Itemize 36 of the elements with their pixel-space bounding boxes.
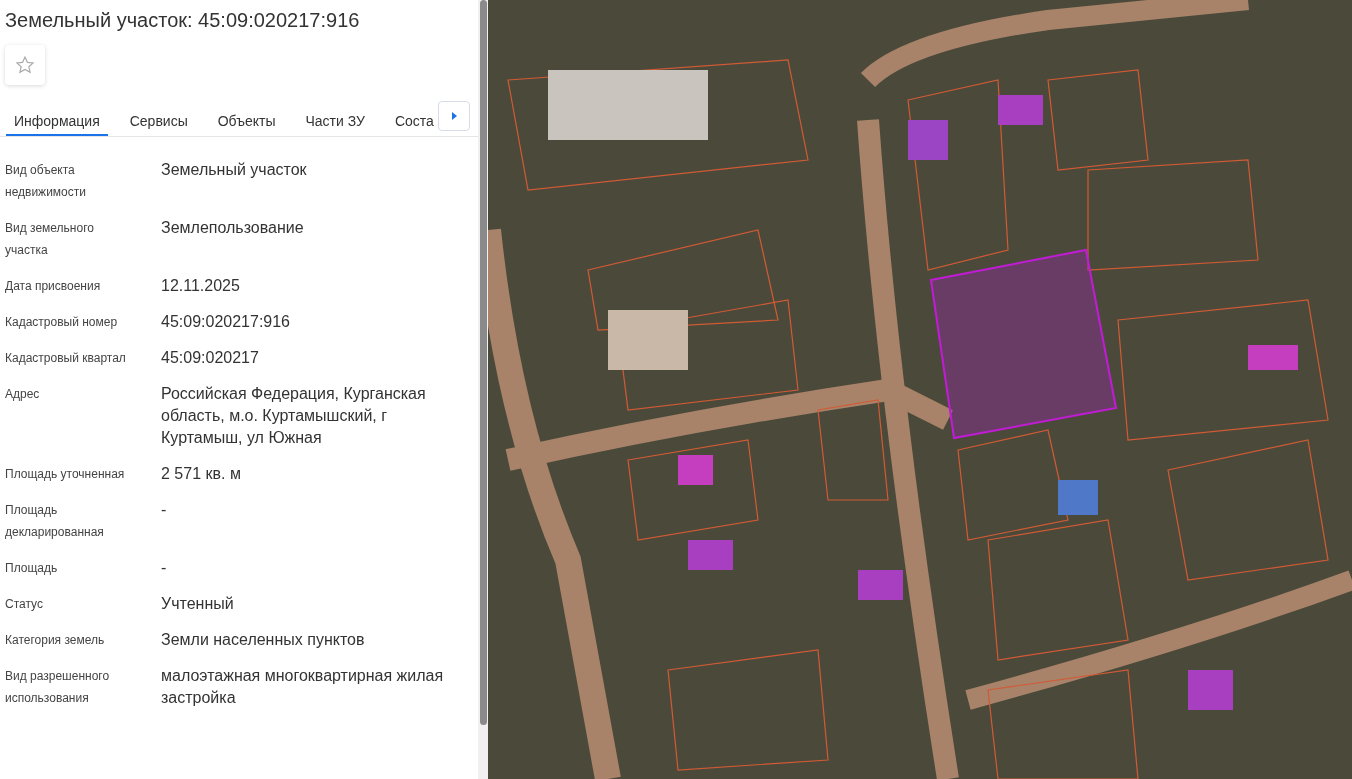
field-value: 12.11.2025 <box>161 276 241 296</box>
field-label: Дата присвоения <box>5 278 102 295</box>
field-label: Адрес <box>5 386 41 403</box>
field-value: Учтенный <box>161 594 235 614</box>
scroll-tabs-button[interactable] <box>438 101 470 131</box>
field-label: Площадь <box>5 560 59 577</box>
scrollbar-thumb[interactable] <box>479 0 487 725</box>
page-title: Земельный участок: 45:09:020217:916 <box>5 8 361 32</box>
field-label: Кадастровый номер <box>5 314 119 331</box>
field-value: 2 571 кв. м <box>161 464 242 484</box>
field-label: Вид объекта недвижимости <box>5 162 87 201</box>
tab[interactable]: Объекты <box>209 101 284 136</box>
tab[interactable]: Части ЗУ <box>297 101 373 136</box>
field-label: Вид разрешенного использования <box>5 668 111 707</box>
field-value: - <box>161 558 168 578</box>
field-value: 45:09:020217:916 <box>161 312 291 332</box>
caret-icon <box>451 112 457 120</box>
field-label: Площадь уточненная <box>5 466 126 483</box>
field-label: Категория земель <box>5 632 106 649</box>
tab[interactable]: Сервисы <box>121 101 196 136</box>
favorite-button[interactable] <box>5 45 45 85</box>
field-value: - <box>161 500 168 520</box>
field-label: Площадь декларированная <box>5 502 105 541</box>
field-label: Кадастровый квартал <box>5 350 127 367</box>
tab[interactable]: Информация <box>6 101 108 136</box>
field-label: Вид земельного участка <box>5 220 95 259</box>
field-value: малоэтажная многоквартирная жилая застройка <box>161 666 445 708</box>
star-icon <box>15 55 35 75</box>
field-value: Российская Федерация, Курганская область, м.о. Куртамышский, г Куртамыш, ул Южная <box>161 384 427 448</box>
tab[interactable]: Соста <box>386 101 442 136</box>
field-value: Земельный участок <box>161 160 308 180</box>
field-value: Землепользование <box>161 218 305 238</box>
field-label: Статус <box>5 596 44 613</box>
field-value: Земли населенных пунктов <box>161 630 366 650</box>
selected-parcel[interactable] <box>929 248 1118 440</box>
field-value: 45:09:020217 <box>161 348 260 368</box>
